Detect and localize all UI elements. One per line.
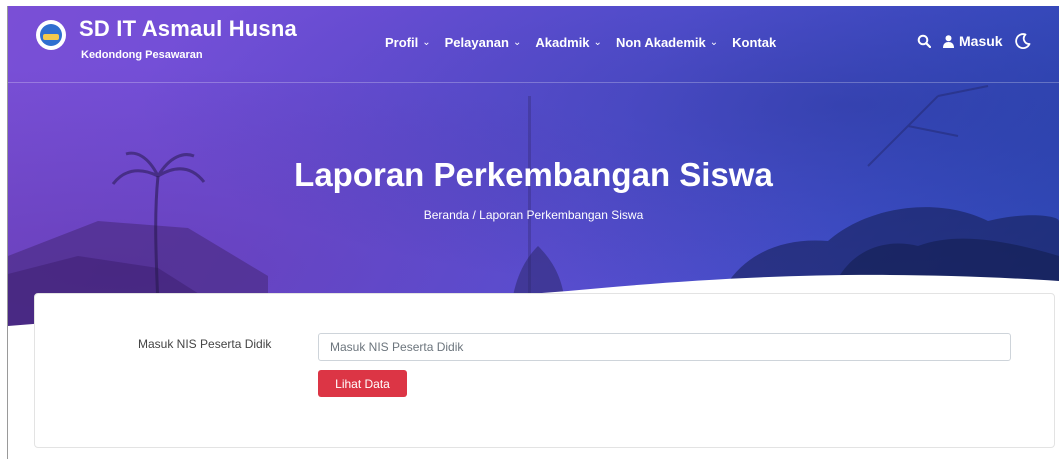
menu-item-kontak[interactable]: Kontak bbox=[732, 35, 776, 50]
brand-title[interactable]: SD IT Asmaul Husna bbox=[79, 16, 297, 42]
menu-item-label: Pelayanan bbox=[444, 35, 509, 50]
main-menu: Profil ⌄ Pelayanan ⌄ Akadmik ⌄ Non Akade… bbox=[385, 35, 776, 50]
navbar-divider bbox=[8, 82, 1059, 83]
top-navbar: SD IT Asmaul Husna Kedondong Pesawaran P… bbox=[8, 6, 1059, 82]
brand-subtitle: Kedondong Pesawaran bbox=[81, 49, 203, 61]
menu-item-label: Profil bbox=[385, 35, 419, 50]
chevron-down-icon: ⌄ bbox=[709, 37, 719, 48]
menu-item-profil[interactable]: Profil ⌄ bbox=[385, 35, 431, 50]
chevron-down-icon: ⌄ bbox=[593, 37, 602, 48]
school-emblem-icon[interactable] bbox=[36, 20, 66, 50]
lihat-data-button[interactable]: Lihat Data bbox=[318, 370, 407, 397]
menu-item-label: Akadmik bbox=[535, 35, 590, 50]
emblem-inner bbox=[40, 24, 62, 46]
breadcrumb-current: Laporan Perkembangan Siswa bbox=[479, 208, 644, 222]
user-icon bbox=[943, 34, 954, 48]
nis-field-label: Masuk NIS Peserta Didik bbox=[138, 337, 272, 351]
menu-item-non-akademik[interactable]: Non Akademik ⌄ bbox=[616, 35, 718, 50]
breadcrumb-home-link[interactable]: Beranda bbox=[424, 208, 469, 222]
page-title: Laporan Perkembangan Siswa bbox=[294, 156, 773, 193]
breadcrumb-separator: / bbox=[472, 208, 476, 222]
menu-item-label: Non Akademik bbox=[615, 35, 706, 50]
login-button[interactable]: Masuk bbox=[943, 33, 1003, 49]
chevron-down-icon: ⌄ bbox=[422, 37, 431, 48]
page-frame-edge bbox=[7, 6, 8, 459]
menu-item-pelayanan[interactable]: Pelayanan ⌄ bbox=[445, 35, 522, 50]
nis-input[interactable] bbox=[318, 333, 1011, 361]
search-icon[interactable] bbox=[917, 34, 931, 48]
moon-icon[interactable] bbox=[1014, 33, 1031, 49]
login-label: Masuk bbox=[959, 33, 1003, 49]
menu-item-akadmik[interactable]: Akadmik ⌄ bbox=[535, 35, 602, 50]
hero-banner: SD IT Asmaul Husna Kedondong Pesawaran P… bbox=[8, 6, 1059, 336]
nis-form-card: Masuk NIS Peserta Didik Lihat Data bbox=[34, 293, 1055, 448]
chevron-down-icon: ⌄ bbox=[512, 37, 522, 48]
breadcrumb: Beranda / Laporan Perkembangan Siswa bbox=[8, 208, 1059, 222]
menu-item-label: Kontak bbox=[732, 35, 777, 50]
nav-actions: Masuk bbox=[917, 33, 1031, 49]
